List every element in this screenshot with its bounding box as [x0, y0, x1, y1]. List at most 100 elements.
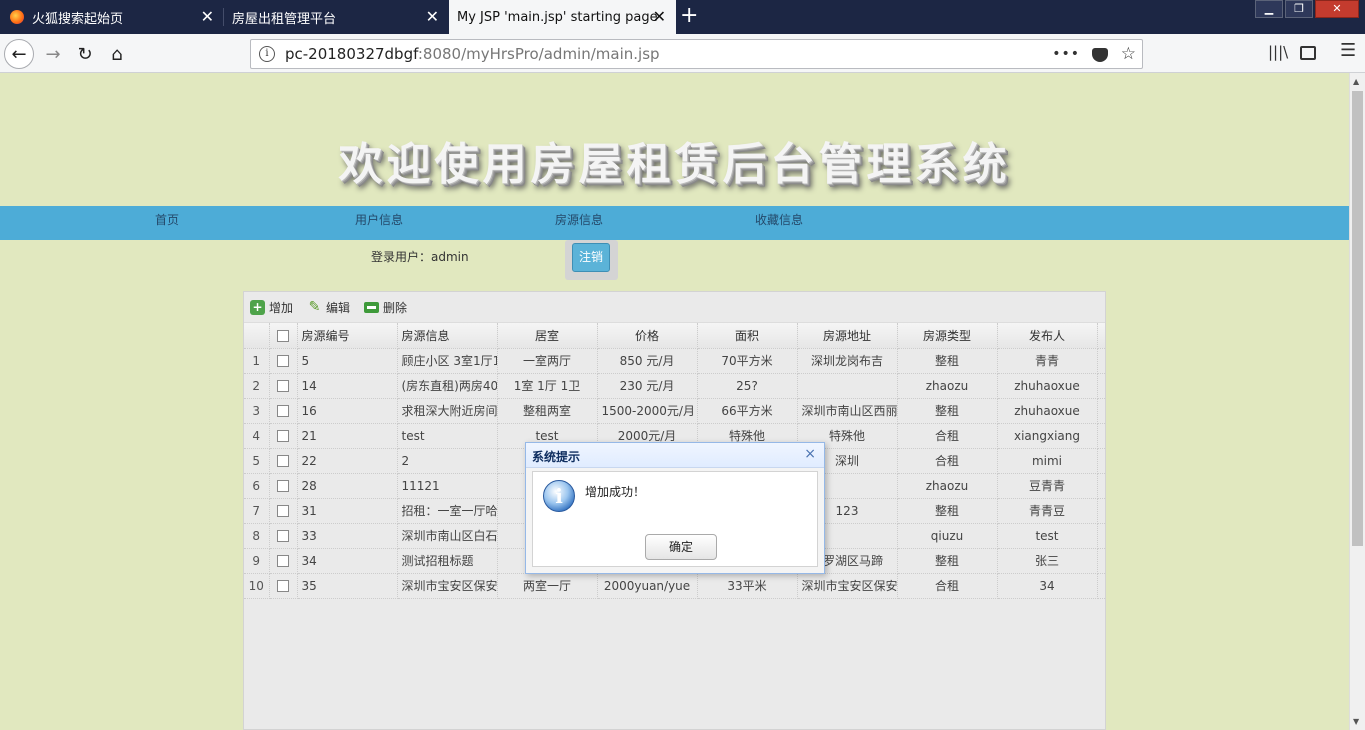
- checkbox[interactable]: [277, 329, 289, 342]
- url-text[interactable]: pc-20180327dbgf:8080/myHrsPro/admin/main…: [285, 45, 660, 63]
- back-icon[interactable]: ←: [4, 39, 34, 69]
- table-cell: 青青豆: [997, 498, 1098, 524]
- pencil-icon: ✎: [308, 299, 321, 315]
- table-cell: 33平米: [697, 573, 798, 599]
- column-header[interactable]: 居室: [497, 323, 598, 349]
- hamburger-menu-icon[interactable]: ☰: [1340, 40, 1356, 61]
- row-checkbox-cell[interactable]: [269, 548, 298, 574]
- table-cell: 2: [397, 448, 498, 474]
- tab-rental-platform[interactable]: 房屋出租管理平台 ✕: [224, 0, 449, 34]
- scroll-thumb[interactable]: [1352, 91, 1363, 546]
- row-checkbox-cell[interactable]: [269, 523, 298, 549]
- page-banner: 欢迎使用房屋租赁后台管理系统: [338, 139, 1011, 190]
- checkbox[interactable]: [277, 455, 289, 467]
- table-cell: 25?: [697, 373, 798, 399]
- menu-item-houses[interactable]: 房源信息: [555, 206, 603, 236]
- table-row[interactable]: 10 35 深圳市宝安区保安 两室一厅 2000yuan/yue 33平米 深圳市宝安区保安…: [244, 573, 1105, 599]
- select-all-checkbox[interactable]: [269, 323, 298, 349]
- pocket-icon[interactable]: [1092, 48, 1108, 62]
- new-tab-icon[interactable]: +: [680, 5, 698, 27]
- close-icon[interactable]: ✕: [426, 9, 439, 25]
- table-cell: 35: [297, 573, 398, 599]
- table-cell: zhaozu: [897, 373, 998, 399]
- column-header-extra[interactable]: [1097, 323, 1105, 349]
- delete-button[interactable]: 删除: [364, 299, 407, 316]
- add-button[interactable]: + 增加: [250, 299, 293, 316]
- table-cell: 16: [297, 398, 398, 424]
- table-cell: 34: [997, 573, 1098, 599]
- page-scrollbar[interactable]: ▲ ▼: [1349, 73, 1365, 730]
- row-number: 7: [244, 498, 270, 524]
- close-icon[interactable]: ×: [804, 446, 816, 462]
- window-controls: ▁ ❐ ✕: [1253, 0, 1359, 18]
- window-close-icon[interactable]: ✕: [1315, 0, 1359, 18]
- menu-item-users[interactable]: 用户信息: [355, 206, 403, 236]
- checkbox[interactable]: [277, 355, 289, 367]
- home-icon[interactable]: ⌂: [102, 39, 132, 69]
- column-header[interactable]: 房源信息: [397, 323, 498, 349]
- table-cell: 1500-2000元/月: [597, 398, 698, 424]
- checkbox[interactable]: [277, 555, 289, 567]
- url-bar[interactable]: i pc-20180327dbgf:8080/myHrsPro/admin/ma…: [250, 39, 1143, 69]
- scroll-up-icon[interactable]: ▲: [1353, 77, 1359, 86]
- checkbox[interactable]: [277, 530, 289, 542]
- menu-item-home[interactable]: 首页: [155, 206, 179, 236]
- checkbox[interactable]: [277, 505, 289, 517]
- table-row[interactable]: 3 16 求租深大附近房间 整租两室 1500-2000元/月 66平方米 深圳市南山区西丽…: [244, 398, 1105, 424]
- table-row[interactable]: 1 5 顾庄小区 3室1厅1 一室两厅 850 元/月 70平方米 深圳龙岗布吉 整租 青青: [244, 348, 1105, 374]
- edit-button[interactable]: ✎ 编辑: [307, 299, 350, 316]
- row-checkbox-cell[interactable]: [269, 348, 298, 374]
- checkbox[interactable]: [277, 480, 289, 492]
- column-header[interactable]: 发布人: [997, 323, 1098, 349]
- table-cell: 整租: [897, 548, 998, 574]
- tab-title: 火狐搜索起始页: [32, 11, 124, 27]
- close-icon[interactable]: ✕: [201, 9, 214, 25]
- library-icon[interactable]: |||\: [1268, 43, 1288, 61]
- scroll-down-icon[interactable]: ▼: [1353, 717, 1359, 726]
- menu-item-favorites[interactable]: 收藏信息: [755, 206, 803, 236]
- row-checkbox-cell[interactable]: [269, 398, 298, 424]
- forward-icon[interactable]: →: [38, 39, 68, 69]
- table-cell: zhaozu: [897, 473, 998, 499]
- reload-icon[interactable]: ↻: [70, 39, 100, 69]
- table-cell: 5: [297, 348, 398, 374]
- grid-toolbar: + 增加 ✎ 编辑 删除: [244, 292, 1105, 323]
- close-icon[interactable]: ✕: [653, 9, 666, 25]
- add-label: 增加: [269, 300, 294, 315]
- logout-button[interactable]: 注销: [572, 243, 610, 272]
- table-cell: 合租: [897, 573, 998, 599]
- site-info-icon[interactable]: i: [259, 46, 275, 62]
- row-checkbox-cell[interactable]: [269, 573, 298, 599]
- row-number: 6: [244, 473, 270, 499]
- checkbox[interactable]: [277, 580, 289, 592]
- row-checkbox-cell[interactable]: [269, 373, 298, 399]
- column-header[interactable]: 价格: [597, 323, 698, 349]
- bookmark-star-icon[interactable]: ☆: [1121, 44, 1136, 64]
- column-header[interactable]: 房源地址: [797, 323, 898, 349]
- row-checkbox-cell[interactable]: [269, 473, 298, 499]
- table-cell: 2: [1097, 448, 1105, 474]
- row-checkbox-cell[interactable]: [269, 423, 298, 449]
- checkbox[interactable]: [277, 405, 289, 417]
- checkbox[interactable]: [277, 430, 289, 442]
- page-actions-icon[interactable]: •••: [1052, 46, 1080, 62]
- row-checkbox-cell[interactable]: [269, 498, 298, 524]
- minimize-icon[interactable]: ▁: [1255, 0, 1283, 18]
- table-cell: 850 元/月: [597, 348, 698, 374]
- column-header[interactable]: 房源类型: [897, 323, 998, 349]
- ok-button[interactable]: 确定: [645, 534, 717, 560]
- column-header[interactable]: 房源编号: [297, 323, 398, 349]
- sidebar-icon[interactable]: [1300, 46, 1316, 60]
- checkbox[interactable]: [277, 380, 289, 392]
- table-cell: 深圳市宝安区保安: [397, 573, 498, 599]
- row-checkbox-cell[interactable]: [269, 448, 298, 474]
- restore-icon[interactable]: ❐: [1285, 0, 1313, 18]
- column-header[interactable]: 面积: [697, 323, 798, 349]
- browser-tab-bar: 火狐搜索起始页 ✕ 房屋出租管理平台 ✕ My JSP 'main.jsp' s…: [0, 0, 1365, 34]
- tab-firefox-start[interactable]: 火狐搜索起始页 ✕: [0, 0, 224, 34]
- table-cell: 合租: [897, 423, 998, 449]
- tab-main-jsp[interactable]: My JSP 'main.jsp' starting page ✕: [449, 0, 676, 34]
- table-row[interactable]: 2 14 (房东直租)两房40 1室 1厅 1卫 230 元/月 25? zhaozu zhu…: [244, 373, 1105, 399]
- table-cell: 2: [1097, 573, 1105, 599]
- table-cell: 招租：一室一厅哈: [397, 498, 498, 524]
